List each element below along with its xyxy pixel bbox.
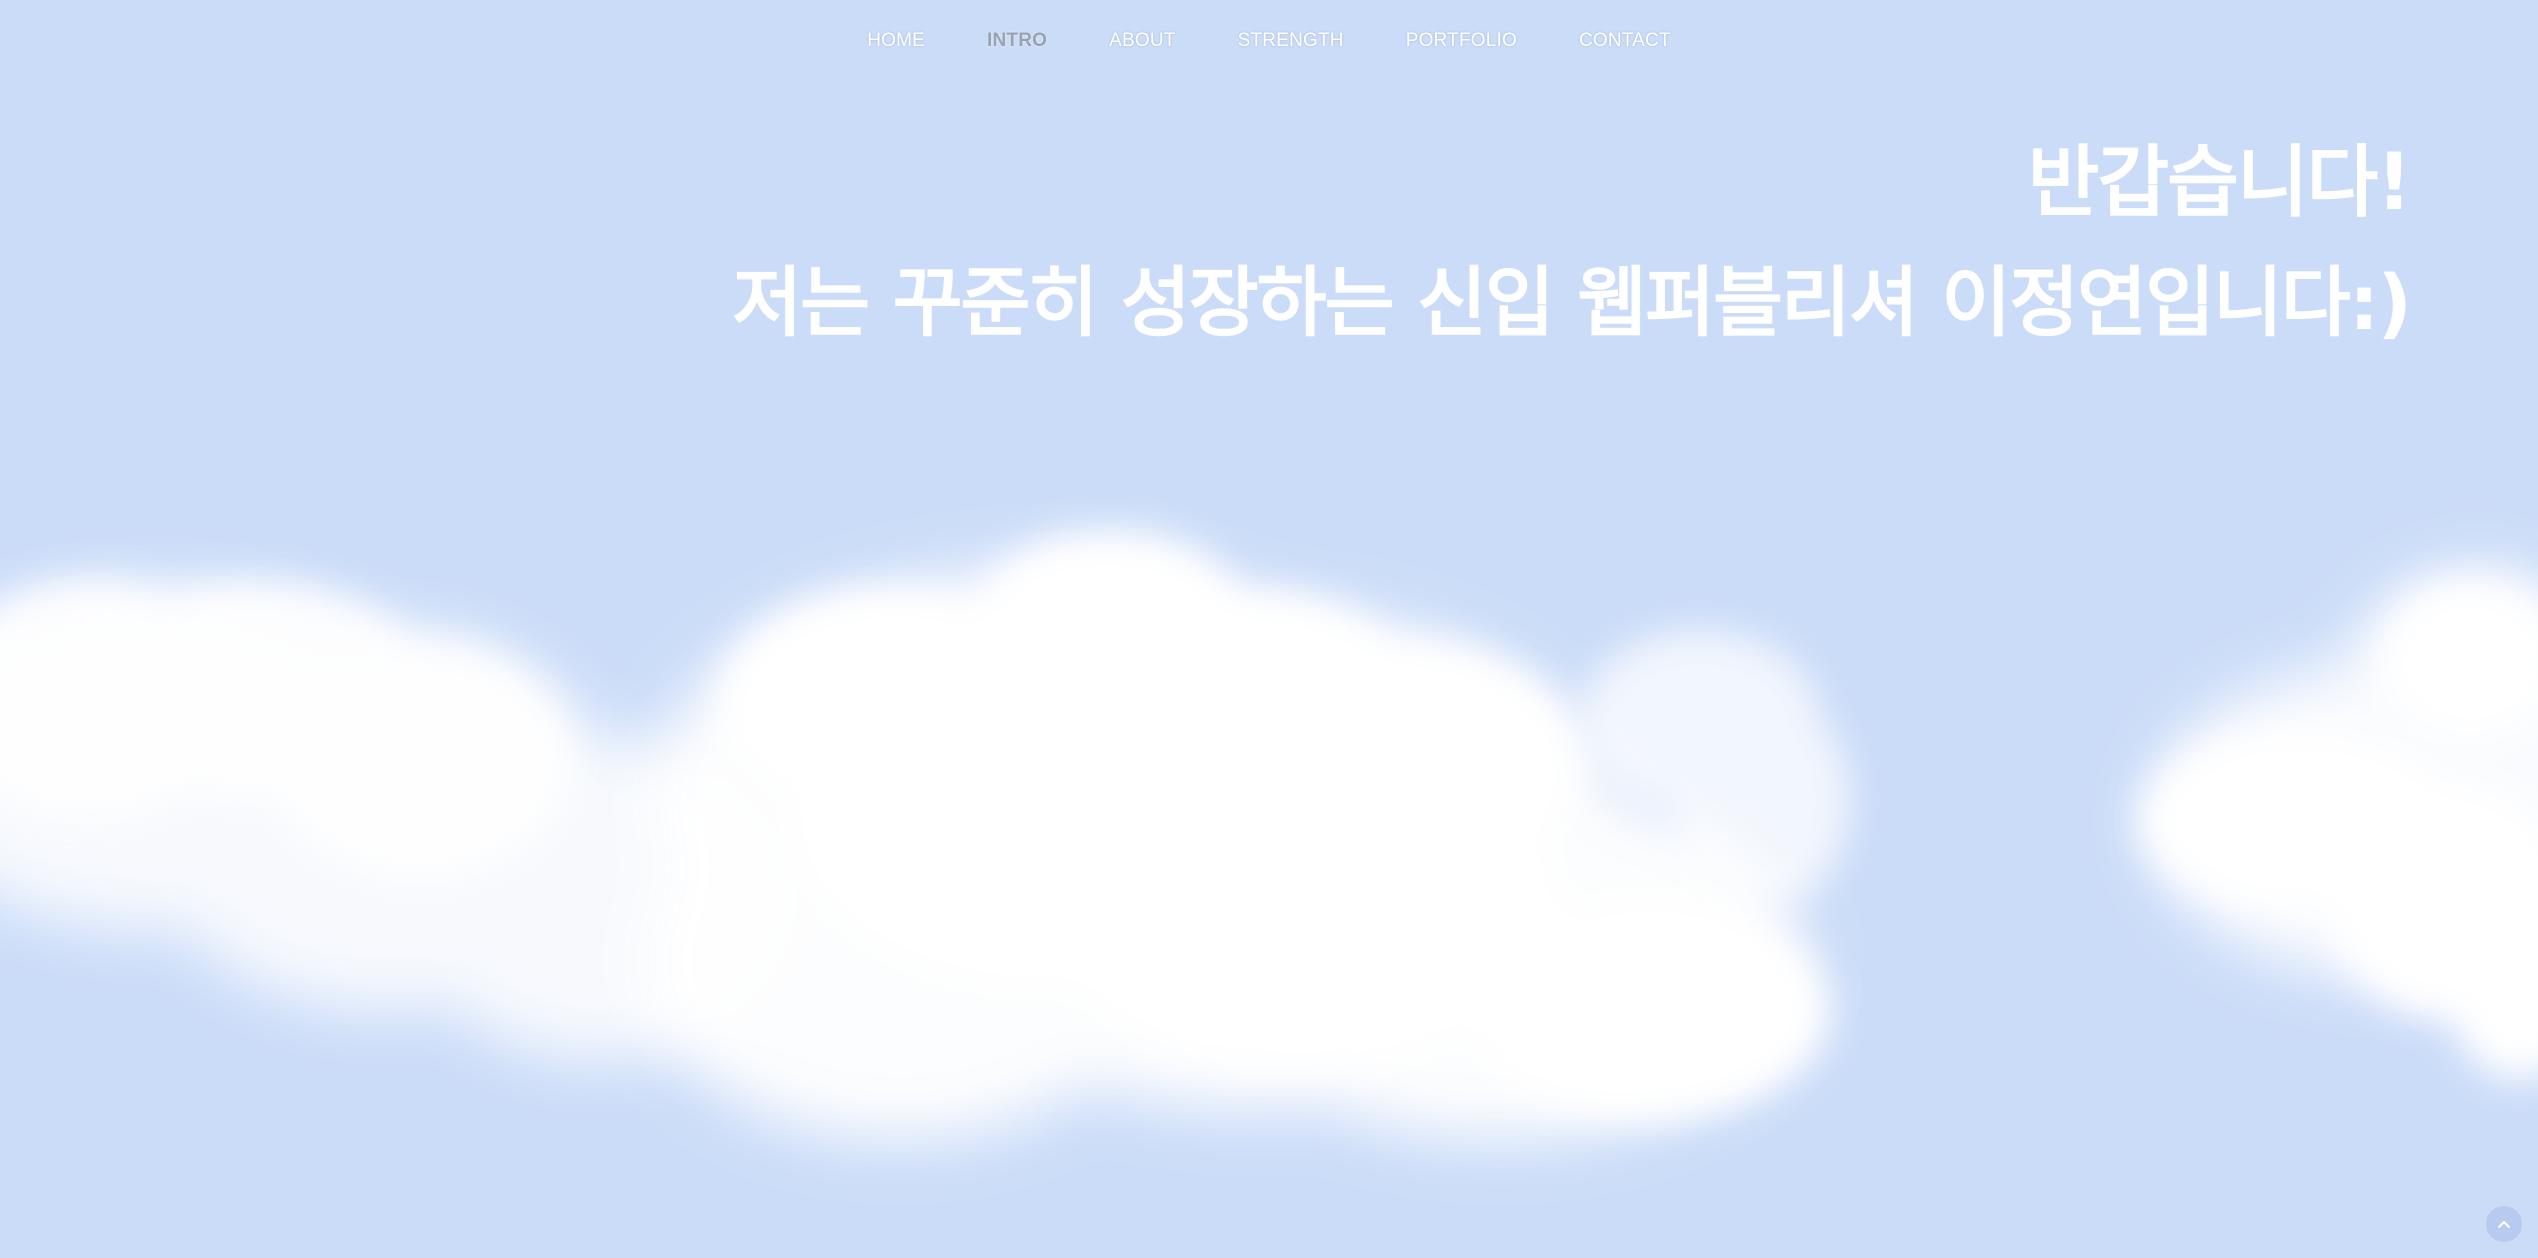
nav-item-about: ABOUT: [1078, 30, 1206, 52]
nav-list: HOME INTRO ABOUT STRENGTH PORTFOLIO CONT…: [836, 30, 1702, 52]
scroll-top-button[interactable]: [2486, 1206, 2522, 1242]
nav-item-contact: CONTACT: [1548, 30, 1702, 52]
nav-link-strength[interactable]: STRENGTH: [1238, 30, 1344, 51]
nav-item-portfolio: PORTFOLIO: [1375, 30, 1548, 52]
nav-link-home[interactable]: HOME: [867, 30, 925, 51]
main-nav: HOME INTRO ABOUT STRENGTH PORTFOLIO CONT…: [0, 30, 2538, 52]
hero-greeting: 반갑습니다!: [2027, 138, 2412, 228]
chevron-up-icon: [2498, 1221, 2510, 1228]
hero-intro: 저는 꾸준히 성장하는 신입 웹퍼블리셔 이정연입니다:): [732, 258, 2412, 347]
nav-link-portfolio[interactable]: PORTFOLIO: [1406, 30, 1517, 51]
nav-item-intro: INTRO: [956, 30, 1078, 52]
nav-link-about[interactable]: ABOUT: [1109, 30, 1175, 51]
intro-section: HOME INTRO ABOUT STRENGTH PORTFOLIO CONT…: [0, 0, 2538, 1258]
hero-text: 반갑습니다! 저는 꾸준히 성장하는 신입 웹퍼블리셔 이정연입니다:): [732, 128, 2412, 368]
nav-item-home: HOME: [836, 30, 956, 52]
nav-item-strength: STRENGTH: [1207, 30, 1375, 52]
nav-link-contact[interactable]: CONTACT: [1579, 30, 1671, 51]
nav-link-intro[interactable]: INTRO: [987, 30, 1047, 51]
